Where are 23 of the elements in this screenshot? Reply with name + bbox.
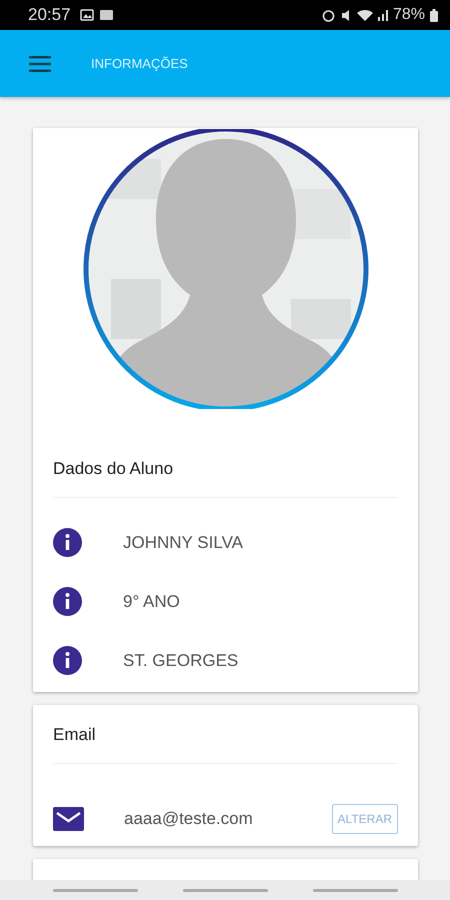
- student-info-text: ST. GEORGES: [123, 650, 238, 670]
- wifi-icon: [356, 8, 373, 22]
- mail-icon: [53, 807, 84, 831]
- student-info-text: JOHNNY SILVA: [123, 532, 243, 552]
- email-text: aaaa@teste.com: [124, 809, 254, 829]
- info-icon: [53, 528, 82, 557]
- alarm-icon: [322, 8, 335, 22]
- info-icon: [53, 646, 82, 675]
- signal-icon: [378, 9, 388, 21]
- image-icon: [80, 9, 94, 21]
- mute-icon: [340, 8, 352, 22]
- notification-icon: [98, 9, 115, 21]
- card-title: Dados do Aluno: [53, 459, 174, 479]
- battery-level: 78%: [392, 6, 425, 24]
- change-button[interactable]: ALTERAR: [332, 804, 398, 834]
- card-title: Email: [53, 725, 97, 745]
- status-time: 20:57: [28, 5, 71, 25]
- info-icon: [53, 587, 82, 616]
- student-info-text: 9° ANO: [123, 592, 180, 612]
- menu-icon: [29, 56, 51, 72]
- menu-button[interactable]: [29, 56, 51, 72]
- app-bar-title: INFORMAÇÕES: [91, 56, 188, 71]
- battery-icon: [430, 8, 438, 22]
